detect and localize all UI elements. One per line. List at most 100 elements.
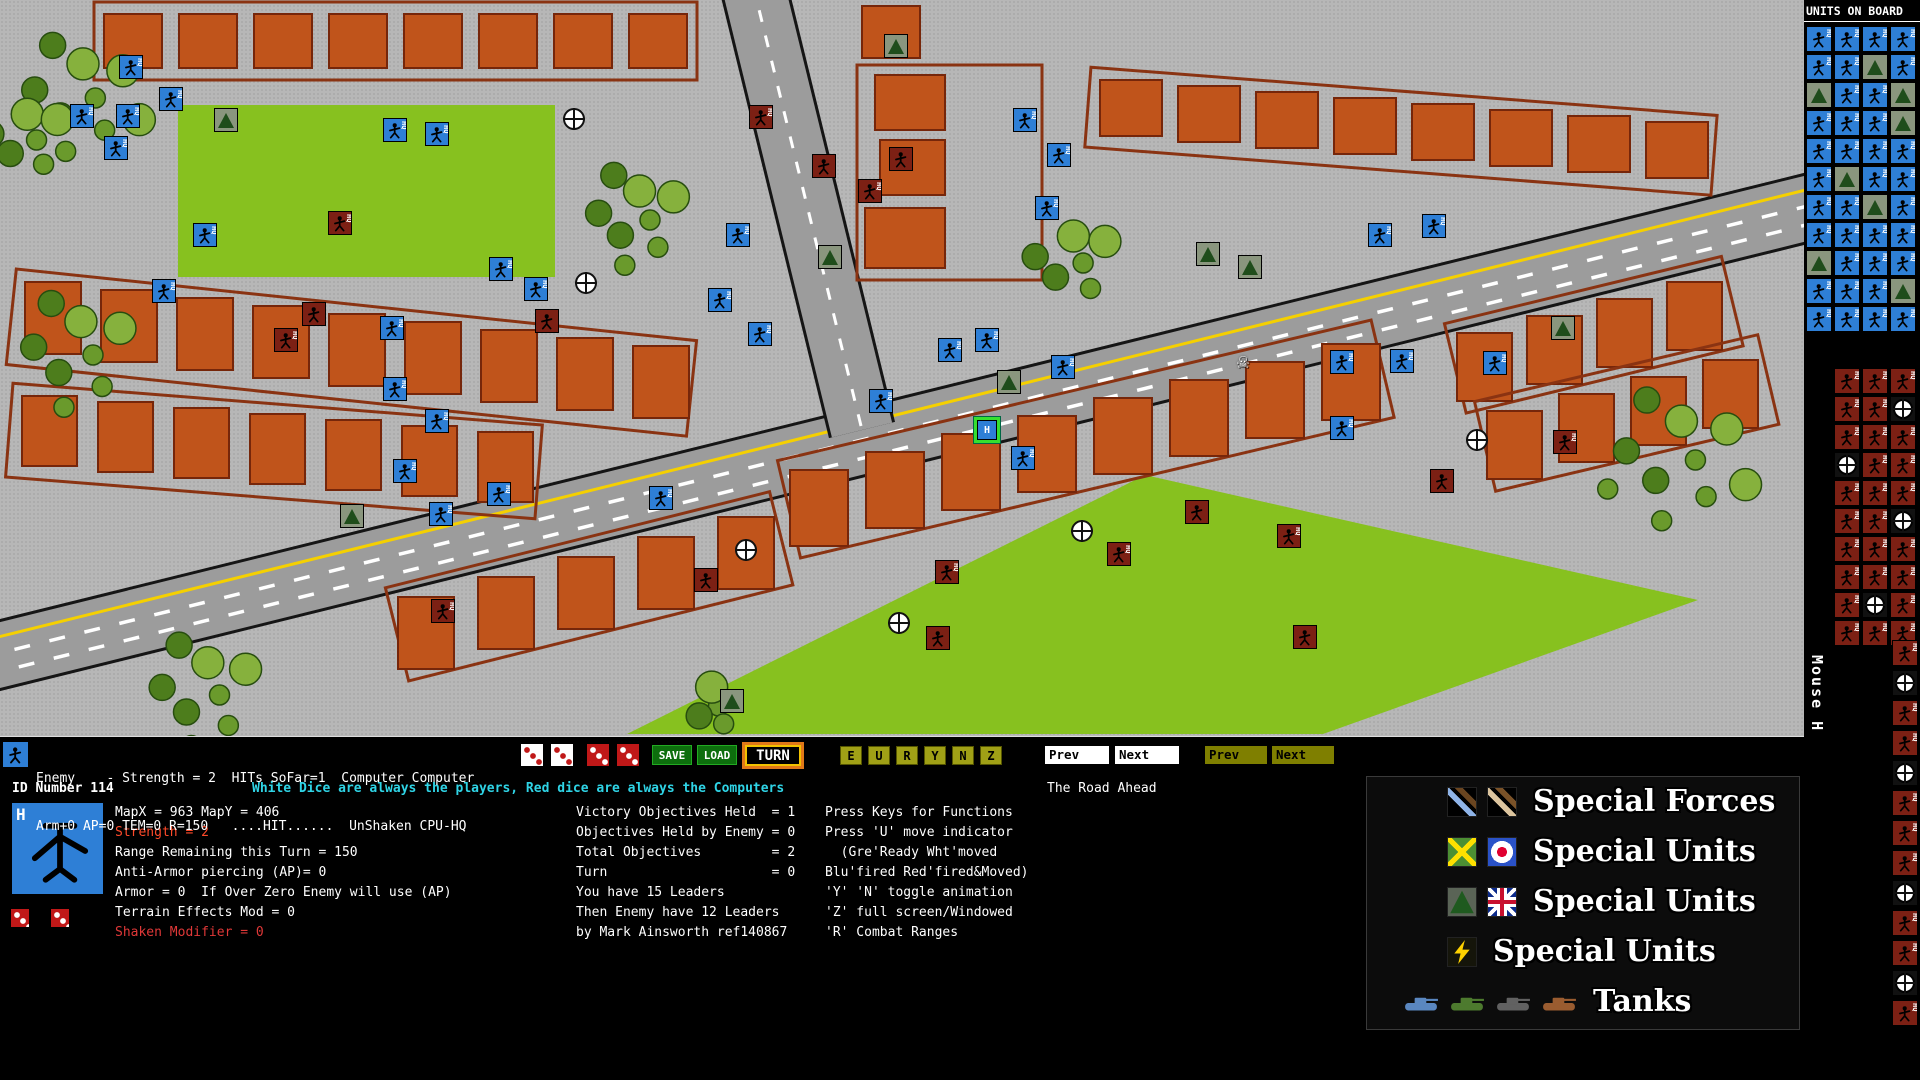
- red-unit[interactable]: HQ: [935, 560, 959, 584]
- panel-red-unit[interactable]: HQ: [1890, 536, 1916, 562]
- blue-unit[interactable]: HQ: [487, 482, 511, 506]
- objective-marker[interactable]: [1071, 520, 1093, 542]
- panel-blue-unit[interactable]: HQ: [1862, 250, 1888, 276]
- panel-red-unit[interactable]: HQ: [1862, 480, 1888, 506]
- blue-unit[interactable]: HQ: [104, 136, 128, 160]
- red-unit[interactable]: HQ: [274, 328, 298, 352]
- objective-marker[interactable]: [563, 108, 585, 130]
- blue-unit[interactable]: HQ: [1047, 143, 1071, 167]
- panel-objective-marker[interactable]: [1862, 592, 1888, 618]
- panel-red-unit[interactable]: HQ: [1862, 508, 1888, 534]
- panel-red-unit[interactable]: HQ: [1834, 592, 1860, 618]
- green-tent-unit[interactable]: [818, 245, 842, 269]
- blue-unit[interactable]: HQ: [1013, 108, 1037, 132]
- panel-red-unit[interactable]: HQ: [1892, 910, 1918, 936]
- objective-marker[interactable]: [575, 272, 597, 294]
- panel-blue-unit[interactable]: HQ: [1834, 26, 1860, 52]
- panel-blue-unit[interactable]: HQ: [1890, 194, 1916, 220]
- blue-unit[interactable]: HQ: [1483, 351, 1507, 375]
- panel-blue-unit[interactable]: HQ: [1862, 138, 1888, 164]
- panel-objective-marker[interactable]: [1890, 508, 1916, 534]
- green-tent-unit[interactable]: [214, 108, 238, 132]
- red-unit[interactable]: [535, 309, 559, 333]
- panel-red-unit[interactable]: HQ: [1862, 396, 1888, 422]
- panel-blue-unit[interactable]: HQ: [1806, 110, 1832, 136]
- panel-objective-marker[interactable]: [1892, 670, 1918, 696]
- panel-blue-unit[interactable]: HQ: [1834, 250, 1860, 276]
- panel-blue-unit[interactable]: HQ: [1890, 166, 1916, 192]
- green-tent-unit[interactable]: [997, 370, 1021, 394]
- next-unit-button[interactable]: Next: [1115, 746, 1179, 764]
- blue-unit[interactable]: HQ: [152, 279, 176, 303]
- blue-unit[interactable]: HQ: [159, 87, 183, 111]
- objective-marker[interactable]: [888, 612, 910, 634]
- green-tent-unit[interactable]: [340, 504, 364, 528]
- load-button[interactable]: LOAD: [697, 745, 737, 765]
- blue-unit[interactable]: HQ: [1422, 214, 1446, 238]
- blue-unit[interactable]: HQ: [393, 459, 417, 483]
- panel-objective-marker[interactable]: [1892, 970, 1918, 996]
- blue-unit[interactable]: HQ: [748, 322, 772, 346]
- red-unit[interactable]: HQ: [1277, 524, 1301, 548]
- panel-objective-marker[interactable]: [1892, 880, 1918, 906]
- panel-red-unit[interactable]: HQ: [1890, 480, 1916, 506]
- red-unit[interactable]: [694, 568, 718, 592]
- green-tent-unit[interactable]: [720, 689, 744, 713]
- red-unit[interactable]: [926, 626, 950, 650]
- next-enemy-button[interactable]: Next: [1272, 746, 1334, 764]
- panel-blue-unit[interactable]: HQ: [1806, 26, 1832, 52]
- panel-blue-unit[interactable]: HQ: [1890, 26, 1916, 52]
- key-button-u[interactable]: U: [868, 746, 890, 765]
- blue-unit[interactable]: HQ: [425, 409, 449, 433]
- blue-unit[interactable]: HQ: [869, 389, 893, 413]
- skull-marker[interactable]: ☠: [1237, 349, 1249, 373]
- panel-red-unit[interactable]: HQ: [1834, 508, 1860, 534]
- panel-red-unit[interactable]: HQ: [1834, 480, 1860, 506]
- panel-blue-unit[interactable]: HQ: [1806, 166, 1832, 192]
- panel-red-unit[interactable]: HQ: [1834, 396, 1860, 422]
- panel-blue-unit[interactable]: HQ: [1862, 82, 1888, 108]
- turn-button[interactable]: TURN: [742, 742, 804, 769]
- panel-green-unit[interactable]: [1890, 278, 1916, 304]
- panel-blue-unit[interactable]: HQ: [1862, 278, 1888, 304]
- save-button[interactable]: SAVE: [652, 745, 692, 765]
- green-tent-unit[interactable]: [884, 34, 908, 58]
- red-unit[interactable]: HQ: [328, 211, 352, 235]
- objective-marker[interactable]: [1466, 429, 1488, 451]
- panel-blue-unit[interactable]: HQ: [1890, 54, 1916, 80]
- panel-red-unit[interactable]: HQ: [1862, 368, 1888, 394]
- panel-green-unit[interactable]: [1862, 194, 1888, 220]
- panel-red-unit[interactable]: HQ: [1834, 424, 1860, 450]
- blue-unit[interactable]: HQ: [1330, 350, 1354, 374]
- panel-objective-marker[interactable]: [1892, 760, 1918, 786]
- blue-unit[interactable]: HQ: [429, 502, 453, 526]
- blue-unit[interactable]: HQ: [1051, 355, 1075, 379]
- panel-blue-unit[interactable]: HQ: [1806, 54, 1832, 80]
- panel-blue-unit[interactable]: HQ: [1834, 194, 1860, 220]
- panel-green-unit[interactable]: [1806, 250, 1832, 276]
- blue-unit[interactable]: HQ: [649, 486, 673, 510]
- panel-red-unit[interactable]: HQ: [1892, 1000, 1918, 1026]
- panel-red-unit[interactable]: HQ: [1834, 536, 1860, 562]
- red-unit[interactable]: HQ: [431, 599, 455, 623]
- green-tent-unit[interactable]: [1196, 242, 1220, 266]
- panel-red-unit[interactable]: HQ: [1892, 730, 1918, 756]
- key-button-y[interactable]: Y: [924, 746, 946, 765]
- blue-unit[interactable]: HQ: [975, 328, 999, 352]
- panel-blue-unit[interactable]: HQ: [1834, 222, 1860, 248]
- panel-red-unit[interactable]: HQ: [1834, 368, 1860, 394]
- panel-objective-marker[interactable]: [1834, 452, 1860, 478]
- blue-unit[interactable]: HQ: [383, 377, 407, 401]
- red-unit[interactable]: HQ: [1107, 542, 1131, 566]
- panel-green-unit[interactable]: [1862, 54, 1888, 80]
- panel-green-unit[interactable]: [1806, 82, 1832, 108]
- blue-unit[interactable]: HQ: [193, 223, 217, 247]
- panel-green-unit[interactable]: [1890, 82, 1916, 108]
- blue-unit[interactable]: HQ: [425, 122, 449, 146]
- prev-enemy-button[interactable]: Prev: [1205, 746, 1267, 764]
- panel-red-unit[interactable]: HQ: [1892, 640, 1918, 666]
- blue-unit[interactable]: HQ: [1330, 416, 1354, 440]
- red-unit[interactable]: HQ: [749, 105, 773, 129]
- panel-red-unit[interactable]: HQ: [1862, 536, 1888, 562]
- panel-red-unit[interactable]: HQ: [1862, 564, 1888, 590]
